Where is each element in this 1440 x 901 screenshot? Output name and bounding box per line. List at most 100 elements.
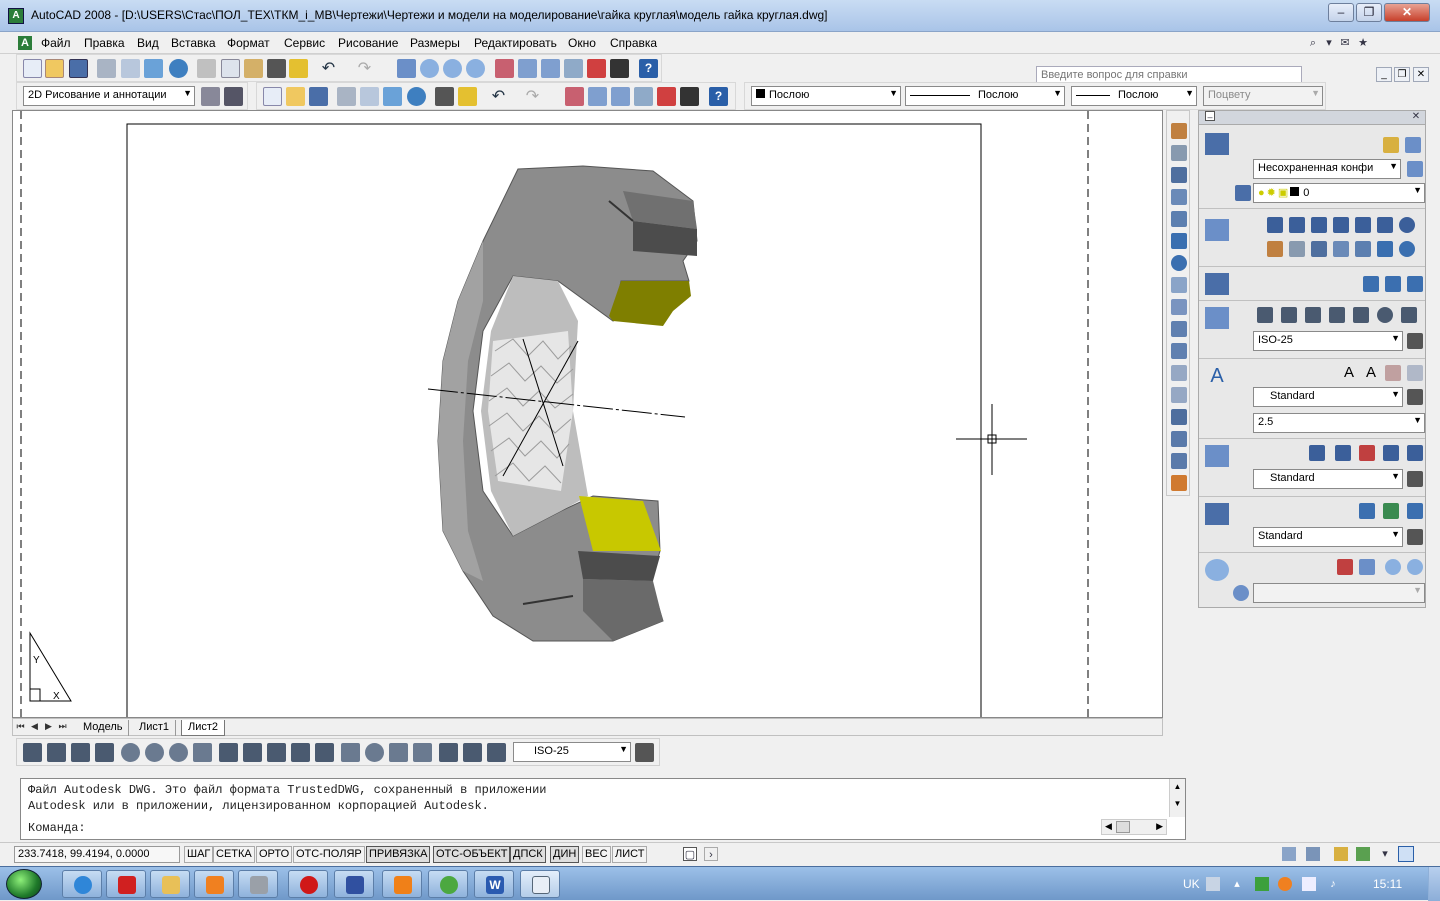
help-icon-2[interactable]: ?	[709, 87, 728, 106]
nut-3d-model[interactable]	[437, 165, 698, 642]
menu-dimension[interactable]: Размеры	[410, 36, 460, 50]
move-icon[interactable]	[1171, 233, 1187, 249]
first-tab-icon[interactable]: ⏮	[15, 721, 26, 734]
taskbar-word[interactable]: W	[474, 870, 514, 898]
zoom-window-icon-2[interactable]	[1385, 559, 1401, 575]
undo-icon[interactable]: ↶	[319, 59, 338, 78]
line-icon[interactable]	[1267, 217, 1283, 233]
erase-icon[interactable]	[1171, 123, 1187, 139]
polygon-icon[interactable]	[1333, 217, 1349, 233]
close-button[interactable]: ✕	[1384, 3, 1430, 22]
clock[interactable]: 15:11	[1373, 877, 1402, 891]
rectangle-icon[interactable]	[1355, 217, 1371, 233]
data-link-icon[interactable]	[1383, 503, 1399, 519]
autocad-app-icon[interactable]: A	[8, 8, 24, 24]
dim-space-icon[interactable]	[291, 743, 310, 762]
toolbar-lock-icon[interactable]	[1334, 847, 1348, 861]
snap-toggle[interactable]: ШАГ	[184, 846, 214, 863]
favorites-star-icon[interactable]: ★	[1356, 36, 1370, 50]
document-icon[interactable]: A	[18, 36, 32, 50]
tab-layout1[interactable]: Лист1	[133, 720, 177, 736]
cut-icon[interactable]	[197, 59, 216, 78]
multileader-panel-icon[interactable]	[1205, 445, 1229, 467]
menu-file[interactable]: Файл	[41, 36, 71, 50]
web-publish-icon[interactable]	[169, 59, 188, 78]
design-center-icon-2[interactable]	[588, 87, 607, 106]
copy-icon-3[interactable]	[1289, 241, 1305, 257]
plotstyle-select[interactable]: Поцвету ▼	[1203, 86, 1323, 106]
new-icon[interactable]	[23, 59, 42, 78]
layer-properties-icon[interactable]	[1383, 137, 1399, 153]
taskbar-utorrent[interactable]	[428, 870, 468, 898]
text-style-manager-icon[interactable]	[1407, 389, 1423, 405]
dim-baseline-icon-2[interactable]	[243, 743, 262, 762]
polar-toggle[interactable]: ОТС-ПОЛЯР	[293, 846, 365, 863]
sheet-set-icon[interactable]	[564, 59, 583, 78]
dim-aligned-icon-2[interactable]	[47, 743, 66, 762]
dim-continue-icon[interactable]	[267, 743, 286, 762]
redo-icon[interactable]: ↷	[355, 59, 374, 78]
open-icon[interactable]	[45, 59, 64, 78]
dim-style-manager-icon[interactable]	[1407, 333, 1423, 349]
zoom-previous-icon[interactable]	[466, 59, 485, 78]
match-properties-icon-2[interactable]	[435, 87, 454, 106]
stretch-icon[interactable]	[1171, 299, 1187, 315]
circle-icon[interactable]	[1399, 217, 1415, 233]
mirror-icon-2[interactable]	[1311, 241, 1327, 257]
zoom-window-icon[interactable]	[443, 59, 462, 78]
design-center-icon[interactable]	[518, 59, 537, 78]
scroll-right-icon[interactable]: ▶	[1156, 821, 1163, 832]
paste-icon[interactable]	[244, 59, 263, 78]
blocks-panel-icon[interactable]	[1205, 273, 1229, 295]
dim-style-icon[interactable]	[635, 743, 654, 762]
tool-palettes-icon[interactable]	[541, 59, 560, 78]
color-select[interactable]: Послою ▼	[751, 86, 901, 106]
dim-angular-icon[interactable]	[193, 743, 212, 762]
find-text-icon[interactable]	[1385, 365, 1401, 381]
help-icon[interactable]: ?	[639, 59, 658, 78]
polyline-icon[interactable]	[1289, 217, 1305, 233]
multiline-text-icon[interactable]: A	[1341, 365, 1357, 381]
linetype-select[interactable]: Послою ▼	[905, 86, 1065, 106]
doc-minimize-button[interactable]: _	[1376, 67, 1392, 82]
dim-baseline-icon[interactable]	[1353, 307, 1369, 323]
paper-model-toggle[interactable]: ЛИСТ	[612, 846, 648, 863]
layer-state-select[interactable]: Несохраненная конфи ▼	[1253, 159, 1401, 179]
make-current-layer-icon[interactable]	[1235, 185, 1251, 201]
menu-insert[interactable]: Вставка	[171, 36, 216, 50]
restore-button[interactable]: ❐	[1356, 3, 1382, 22]
pan-icon-2[interactable]	[1337, 559, 1353, 575]
navigation-panel-icon[interactable]	[1205, 559, 1229, 581]
copy-icon[interactable]	[221, 59, 240, 78]
render-preset-select[interactable]: ▼	[1253, 583, 1425, 603]
markup-icon[interactable]	[587, 59, 606, 78]
comm-center-icon[interactable]	[1356, 847, 1370, 861]
markup-icon-2[interactable]	[657, 87, 676, 106]
dim-linear-icon-2[interactable]	[23, 743, 42, 762]
zoom-realtime-icon-2[interactable]	[1359, 559, 1375, 575]
save-icon-2[interactable]	[309, 87, 328, 106]
add-leader-icon[interactable]	[1335, 445, 1351, 461]
status-scroll-icon[interactable]: ›	[704, 847, 718, 861]
multileader-icon[interactable]	[1309, 445, 1325, 461]
drawing-canvas[interactable]: Y X	[12, 110, 1163, 718]
array-icon[interactable]	[1171, 211, 1187, 227]
annotation-scale-icon[interactable]	[1282, 847, 1296, 861]
dim-aligned-icon[interactable]	[1281, 307, 1297, 323]
table-style-manager-icon[interactable]	[1407, 529, 1423, 545]
break-at-point-icon[interactable]	[1171, 365, 1187, 381]
print-preview-icon-2[interactable]	[360, 87, 379, 106]
menu-view[interactable]: Вид	[137, 36, 159, 50]
next-tab-icon[interactable]: ▶	[43, 721, 54, 734]
lineweight-select[interactable]: Послою ▼	[1071, 86, 1197, 106]
print-icon-2[interactable]	[337, 87, 356, 106]
layers-panel-icon[interactable]	[1205, 133, 1229, 155]
doc-restore-button[interactable]: ❐	[1394, 67, 1410, 82]
dim-ordinate-icon[interactable]	[1329, 307, 1345, 323]
erase-icon-2[interactable]	[1267, 241, 1283, 257]
menu-tools[interactable]: Сервис	[284, 36, 325, 50]
last-tab-icon[interactable]: ⏭	[57, 721, 68, 734]
tool-palettes-icon-2[interactable]	[611, 87, 630, 106]
publish-icon[interactable]	[144, 59, 163, 78]
dimensions-panel-icon[interactable]	[1205, 307, 1229, 329]
